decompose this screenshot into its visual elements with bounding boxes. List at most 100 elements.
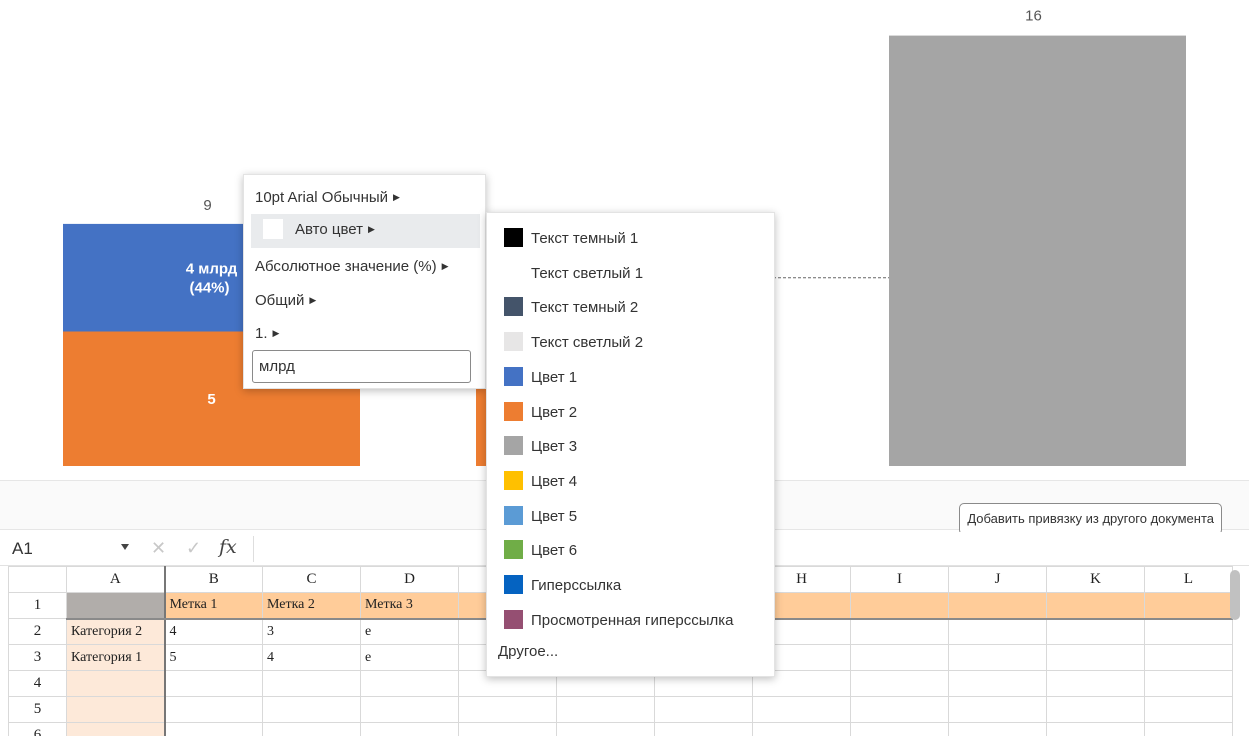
insert-function-icon[interactable]: fx bbox=[219, 536, 237, 558]
font-menu-item[interactable]: 10pt Arial Обычный ▶ bbox=[255, 189, 400, 206]
column-header-B[interactable]: B bbox=[164, 566, 263, 593]
cell-A6[interactable] bbox=[66, 722, 166, 736]
cell-B1[interactable]: Метка 1 bbox=[164, 592, 263, 620]
cell-B2[interactable]: 4 bbox=[164, 618, 263, 645]
cell-J5[interactable] bbox=[948, 696, 1047, 723]
number-format-menu-item[interactable]: Общий ▶ bbox=[255, 292, 316, 309]
cell-L1[interactable] bbox=[1144, 592, 1233, 620]
color-option-9[interactable]: Цвет 5 bbox=[504, 505, 774, 533]
cell-K3[interactable] bbox=[1046, 644, 1145, 671]
cell-J3[interactable] bbox=[948, 644, 1047, 671]
cell-F5[interactable] bbox=[556, 696, 655, 723]
color-option-12[interactable]: Просмотренная гиперссылка bbox=[504, 609, 774, 637]
cell-L5[interactable] bbox=[1144, 696, 1233, 723]
cell-K1[interactable] bbox=[1046, 592, 1145, 620]
cell-A5[interactable] bbox=[66, 696, 166, 723]
color-menu-item[interactable]: Авто цвет ▶ bbox=[251, 214, 480, 248]
cell-L4[interactable] bbox=[1144, 670, 1233, 697]
cell-K2[interactable] bbox=[1046, 618, 1145, 645]
color-option-4[interactable]: Текст светлый 2 bbox=[504, 331, 774, 359]
color-option-6[interactable]: Цвет 2 bbox=[504, 401, 774, 429]
cell-A1[interactable] bbox=[66, 592, 166, 620]
cell-J4[interactable] bbox=[948, 670, 1047, 697]
cell-D5[interactable] bbox=[360, 696, 459, 723]
add-link-from-document-button[interactable]: Добавить привязку из другого документа bbox=[959, 503, 1222, 535]
cell-K6[interactable] bbox=[1046, 722, 1145, 736]
vertical-scrollbar[interactable] bbox=[1230, 570, 1240, 620]
cell-I4[interactable] bbox=[850, 670, 949, 697]
cell-E6[interactable] bbox=[458, 722, 557, 736]
cell-I2[interactable] bbox=[850, 618, 949, 645]
cell-H5[interactable] bbox=[752, 696, 851, 723]
cell-I5[interactable] bbox=[850, 696, 949, 723]
decimals-menu-item[interactable]: 1. ▶ bbox=[255, 325, 279, 342]
cell-D4[interactable] bbox=[360, 670, 459, 697]
row-header-2[interactable]: 2 bbox=[8, 618, 67, 645]
suffix-input[interactable] bbox=[252, 350, 471, 383]
cell-K5[interactable] bbox=[1046, 696, 1145, 723]
column-header-I[interactable]: I bbox=[850, 566, 949, 593]
color-option-10[interactable]: Цвет 6 bbox=[504, 539, 774, 567]
cell-D2[interactable]: е bbox=[360, 618, 459, 645]
cell-D6[interactable] bbox=[360, 722, 459, 736]
color-option-7[interactable]: Цвет 3 bbox=[504, 435, 774, 463]
cell-C5[interactable] bbox=[262, 696, 361, 723]
cell-D3[interactable]: е bbox=[360, 644, 459, 671]
column-header-K[interactable]: K bbox=[1046, 566, 1145, 593]
row-header-1[interactable]: 1 bbox=[8, 592, 67, 619]
column-header-J[interactable]: J bbox=[948, 566, 1047, 593]
color-option-2[interactable]: Текст светлый 1 bbox=[504, 262, 774, 290]
select-all-corner[interactable] bbox=[8, 566, 67, 593]
data-label-bar1-bottom[interactable]: 5 bbox=[207, 391, 215, 408]
cell-C3[interactable]: 4 bbox=[262, 644, 361, 671]
cell-B5[interactable] bbox=[164, 696, 263, 723]
cell-L3[interactable] bbox=[1144, 644, 1233, 671]
cell-K4[interactable] bbox=[1046, 670, 1145, 697]
cell-G6[interactable] bbox=[654, 722, 753, 736]
cell-B6[interactable] bbox=[164, 722, 263, 736]
column-header-C[interactable]: C bbox=[262, 566, 361, 593]
row-header-4[interactable]: 4 bbox=[8, 670, 67, 697]
confirm-formula-icon[interactable]: ✓ bbox=[186, 538, 201, 559]
cell-B4[interactable] bbox=[164, 670, 263, 697]
cell-I6[interactable] bbox=[850, 722, 949, 736]
cell-L6[interactable] bbox=[1144, 722, 1233, 736]
row-header-3[interactable]: 3 bbox=[8, 644, 67, 671]
cell-I3[interactable] bbox=[850, 644, 949, 671]
name-box-dropdown-icon[interactable] bbox=[121, 544, 129, 550]
cell-F6[interactable] bbox=[556, 722, 655, 736]
cell-C6[interactable] bbox=[262, 722, 361, 736]
cell-D1[interactable]: Метка 3 bbox=[360, 592, 459, 620]
color-option-5[interactable]: Цвет 1 bbox=[504, 366, 774, 394]
column-header-D[interactable]: D bbox=[360, 566, 459, 593]
cell-I1[interactable] bbox=[850, 592, 949, 620]
color-option-1[interactable]: Текст темный 1 bbox=[504, 227, 774, 255]
row-header-6[interactable]: 6 bbox=[8, 722, 67, 736]
value-type-menu-item[interactable]: Абсолютное значение (%) ▶ bbox=[255, 258, 449, 275]
data-label-bar1-top-line2[interactable]: (44%) bbox=[189, 280, 229, 297]
column-header-A[interactable]: A bbox=[66, 566, 166, 593]
cell-B3[interactable]: 5 bbox=[164, 644, 263, 671]
other-color-item[interactable]: Другое... bbox=[498, 643, 558, 660]
data-label-bar1-top-line1[interactable]: 4 млрд bbox=[186, 261, 238, 278]
bar-segment-gray-3[interactable] bbox=[889, 35, 1186, 466]
cell-A2[interactable]: Категория 2 bbox=[66, 618, 166, 645]
row-header-5[interactable]: 5 bbox=[8, 696, 67, 723]
cell-C4[interactable] bbox=[262, 670, 361, 697]
color-option-8[interactable]: Цвет 4 bbox=[504, 470, 774, 498]
name-box[interactable]: A1 bbox=[12, 539, 33, 559]
column-header-L[interactable]: L bbox=[1144, 566, 1233, 593]
cell-J1[interactable] bbox=[948, 592, 1047, 620]
cell-C2[interactable]: 3 bbox=[262, 618, 361, 645]
cell-H6[interactable] bbox=[752, 722, 851, 736]
cell-A4[interactable] bbox=[66, 670, 166, 697]
cell-C1[interactable]: Метка 2 bbox=[262, 592, 361, 620]
cell-E5[interactable] bbox=[458, 696, 557, 723]
cell-J2[interactable] bbox=[948, 618, 1047, 645]
cancel-formula-icon[interactable]: ✕ bbox=[151, 538, 166, 559]
color-option-11[interactable]: Гиперссылка bbox=[504, 574, 774, 602]
cell-A3[interactable]: Категория 1 bbox=[66, 644, 166, 671]
cell-G5[interactable] bbox=[654, 696, 753, 723]
cell-L2[interactable] bbox=[1144, 618, 1233, 645]
cell-J6[interactable] bbox=[948, 722, 1047, 736]
